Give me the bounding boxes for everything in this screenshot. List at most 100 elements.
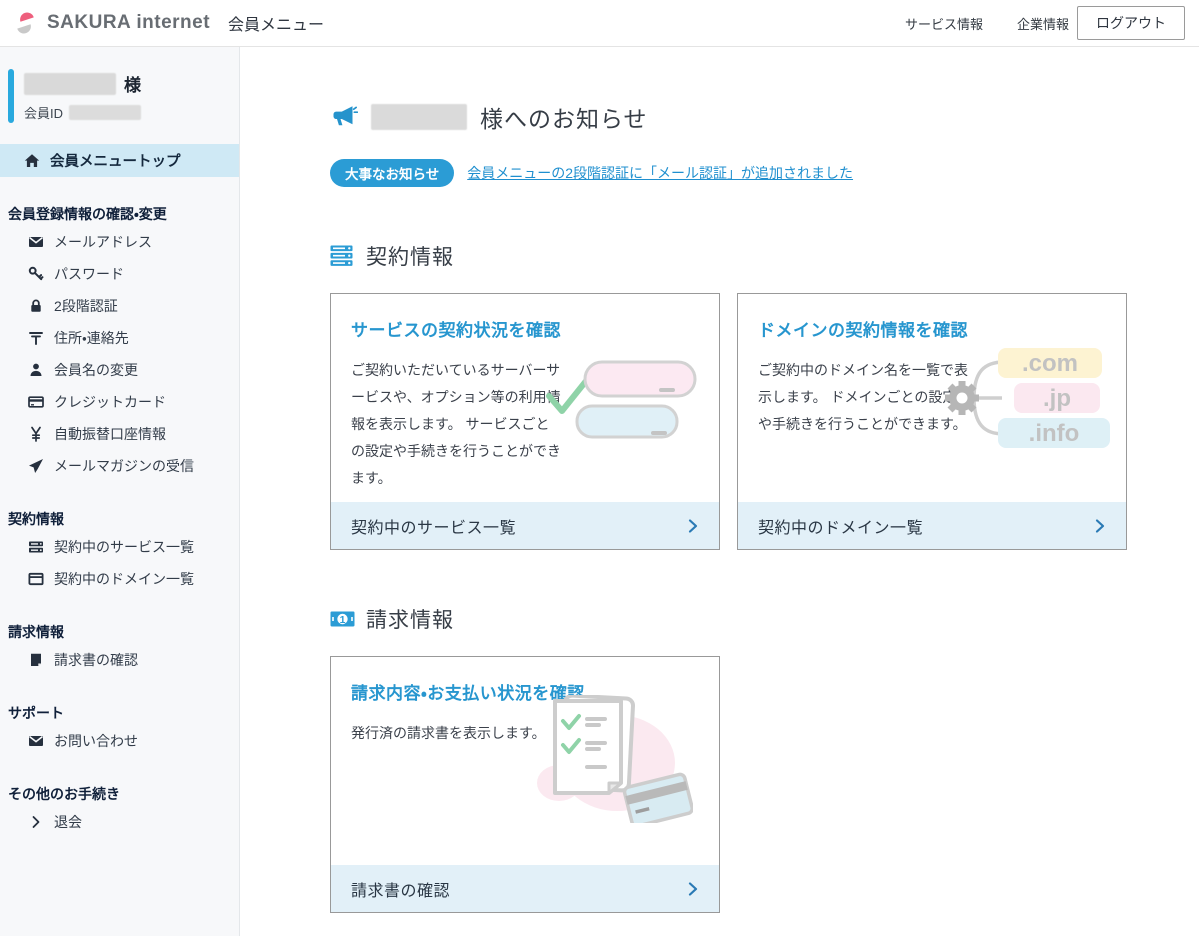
card-title: 請求内容・お支払い状況を確認 xyxy=(351,679,699,704)
chevron-right-icon xyxy=(1092,518,1108,534)
lock-icon xyxy=(28,298,44,314)
card-domain-contract: ドメインの契約情報を確認 ご契約中のドメイン名を一覧で表示します。 ドメインごと… xyxy=(737,293,1127,550)
domain-pill-com: .com xyxy=(1022,350,1078,377)
card-footer-link-service-list[interactable]: 契約中のサービス一覧 xyxy=(331,502,719,549)
card-body-text: ご契約中のドメイン名を一覧で表示します。 ドメインごとの設定や手続きを行うことが… xyxy=(758,357,970,438)
domain-pill-info: .info xyxy=(1029,420,1080,447)
card-service-contract: サービスの契約状況を確認 ご契約いただいているサーバーサービスや、オプション等の… xyxy=(330,293,720,550)
server-stack-icon xyxy=(330,245,355,267)
section-title: 請求情報 xyxy=(366,604,454,634)
card-body-text: 発行済の請求書を表示します。 xyxy=(351,720,591,747)
sidebar-item-label: 会員名の変更 xyxy=(54,360,138,380)
card-footer-link-domain-list[interactable]: 契約中のドメイン一覧 xyxy=(738,502,1126,549)
sidebar-item-service-list[interactable]: 契約中のサービス一覧 xyxy=(0,531,239,563)
megaphone-icon xyxy=(330,103,358,131)
sidebar-item-contact[interactable]: お問い合わせ xyxy=(0,725,239,757)
app-title: 会員メニュー xyxy=(228,11,324,35)
chevron-right-icon xyxy=(28,814,44,830)
invoice-illustration-icon xyxy=(521,695,693,828)
card-footer-label: 請求書の確認 xyxy=(351,877,450,901)
yen-icon xyxy=(28,426,44,442)
sidebar-item-label: 2段階認証 xyxy=(54,296,118,316)
mail-icon xyxy=(28,733,44,749)
sidebar-item-label: パスワード xyxy=(54,264,124,284)
sidebar-item-password[interactable]: パスワード xyxy=(0,258,239,290)
sidebar-item-address[interactable]: 住所・連絡先 xyxy=(0,322,239,354)
sidebar-item-label: クレジットカード xyxy=(54,392,166,412)
credit-card-icon xyxy=(28,394,44,410)
sidebar-item-label: 契約中のドメイン一覧 xyxy=(54,569,194,589)
page-title: 様へのお知らせ xyxy=(480,100,648,134)
sidebar-item-label: 住所・連絡先 xyxy=(54,328,129,348)
user-name-suffix: 様 xyxy=(124,71,141,96)
notice-row: 大事なお知らせ 会員メニューの2段階認証に「メール認証」が追加されました xyxy=(330,159,1199,187)
card-title: サービスの契約状況を確認 xyxy=(351,316,699,341)
sidebar-section-title: サポート xyxy=(8,703,231,723)
sakura-logo-icon xyxy=(12,10,39,36)
brand: SAKURA internet xyxy=(12,10,210,36)
sidebar-sections: 会員登録情報の確認・変更メールアドレスパスワード 2段階認証住所・連絡先会員名の変… xyxy=(0,204,239,838)
sidebar-item-label: メールマガジンの受信 xyxy=(54,456,194,476)
sidebar-item-label: メールアドレス xyxy=(54,232,152,252)
sidebar-item-domain-list[interactable]: 契約中のドメイン一覧 xyxy=(0,563,239,595)
sidebar-item-label: 自動振替口座情報 xyxy=(54,424,166,444)
sidebar-section-title: 会員登録情報の確認・変更 xyxy=(8,204,231,224)
member-id-label: 会員ID xyxy=(24,103,63,122)
mail-icon xyxy=(28,234,44,250)
section-title: 契約情報 xyxy=(366,241,454,271)
sidebar-item-member-name[interactable]: 会員名の変更 xyxy=(0,354,239,386)
services-illustration-icon xyxy=(543,354,701,455)
sidebar-section-title: 請求情報 xyxy=(8,622,231,642)
sidebar-item-label: 契約中のサービス一覧 xyxy=(54,537,194,557)
sidebar-item-label: 退会 xyxy=(54,812,82,832)
sidebar-item-mail-magazine[interactable]: メールマガジンの受信 xyxy=(0,450,239,482)
domain-pill-jp: .jp xyxy=(1043,385,1071,412)
sidebar-item-credit-card[interactable]: クレジットカード xyxy=(0,386,239,418)
sidebar-item-label: 会員メニュートップ xyxy=(50,150,181,171)
brand-name: SAKURA internet xyxy=(47,12,210,34)
sidebar-item-email[interactable]: メールアドレス xyxy=(0,226,239,258)
chevron-right-icon xyxy=(685,881,701,897)
sidebar-item-two-factor[interactable]: 2段階認証 xyxy=(0,290,239,322)
sidebar-item-member-menu-top[interactable]: 会員メニュートップ xyxy=(0,144,239,177)
card-body-text: ご契約いただいているサーバーサービスや、オプション等の利用情報を表示します。 サ… xyxy=(351,357,563,492)
main-content: 様へのお知らせ 大事なお知らせ 会員メニューの2段階認証に「メール認証」が追加さ… xyxy=(240,47,1199,936)
announcement-heading: 様へのお知らせ xyxy=(330,100,1199,134)
sidebar-item-label: 請求書の確認 xyxy=(54,650,138,670)
home-icon xyxy=(24,153,40,169)
notice-link[interactable]: 会員メニューの2段階認証に「メール認証」が追加されました xyxy=(467,163,853,183)
section-heading-contract: 契約情報 xyxy=(330,241,1199,271)
card-footer-label: 契約中のドメイン一覧 xyxy=(758,514,923,538)
top-bar: SAKURA internet 会員メニュー サービス情報 企業情報 ログアウト xyxy=(0,0,1199,47)
sidebar-item-withdraw[interactable]: 退会 xyxy=(0,806,239,838)
sidebar-item-bank-transfer[interactable]: 自動振替口座情報 xyxy=(0,418,239,450)
card-footer-link-invoice-check[interactable]: 請求書の確認 xyxy=(331,865,719,912)
sidebar-section-title: その他のお手続き xyxy=(8,784,231,804)
sidebar-item-label: お問い合わせ xyxy=(54,731,138,751)
logout-button[interactable]: ログアウト xyxy=(1077,6,1185,40)
sidebar-item-invoice-check[interactable]: 請求書の確認 xyxy=(0,644,239,676)
redacted-user-name xyxy=(371,104,467,130)
user-block: 様 会員ID xyxy=(0,47,239,122)
top-nav-link-corporate-info[interactable]: 企業情報 xyxy=(1017,14,1069,33)
notice-badge: 大事なお知らせ xyxy=(330,159,454,187)
server-stack-icon xyxy=(28,539,44,555)
top-nav-link-service-info[interactable]: サービス情報 xyxy=(905,14,983,33)
sidebar: 様 会員ID 会員メニュートップ 会員登録情報の確認・変更メールアドレスパスワー… xyxy=(0,47,240,936)
card-billing: 請求内容・お支払い状況を確認 発行済の請求書を表示します。 xyxy=(330,656,720,913)
banknote-icon: 1 xyxy=(330,608,355,630)
invoice-icon xyxy=(28,652,44,668)
sidebar-section-title: 契約情報 xyxy=(8,509,231,529)
browser-window-icon xyxy=(28,571,44,587)
person-icon xyxy=(28,362,44,378)
card-footer-label: 契約中のサービス一覧 xyxy=(351,514,516,538)
key-icon xyxy=(28,266,44,282)
svg-text:1: 1 xyxy=(340,614,346,626)
postal-mark-icon xyxy=(28,330,44,346)
user-accent-bar xyxy=(8,69,14,123)
section-heading-billing: 1 請求情報 xyxy=(330,604,1199,634)
card-title: ドメインの契約情報を確認 xyxy=(758,316,1106,341)
send-icon xyxy=(28,458,44,474)
redacted-member-id xyxy=(69,105,141,120)
redacted-user-name xyxy=(24,73,116,95)
